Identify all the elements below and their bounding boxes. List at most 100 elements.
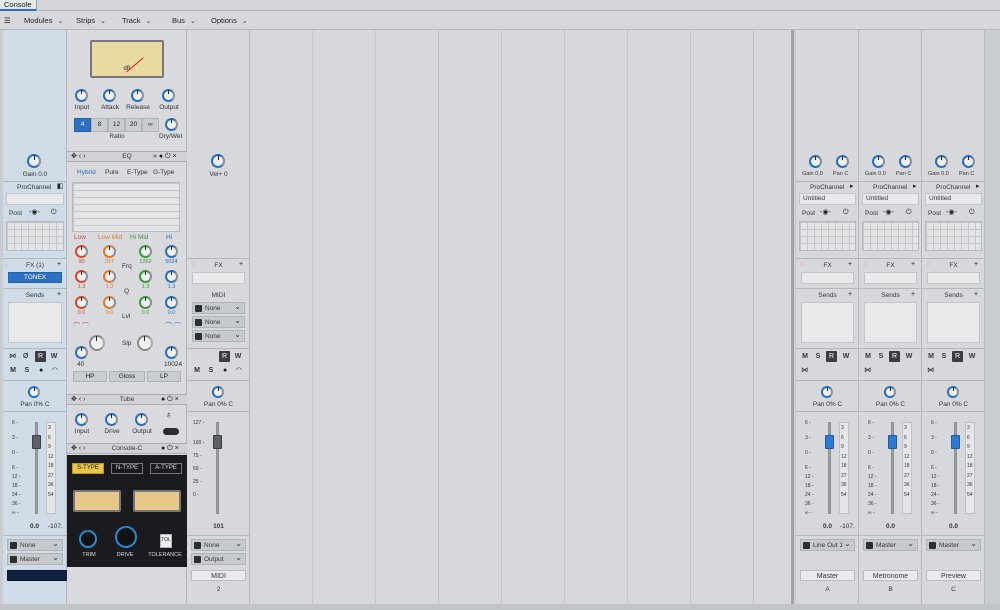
eq-controls-icon[interactable]: » ● ⏻ × — [153, 153, 177, 161]
mute-button[interactable]: M — [863, 353, 873, 360]
prochannel-eq-graph[interactable] — [925, 221, 982, 251]
prochannel-eq-graph[interactable] — [862, 221, 919, 251]
fx-bin[interactable] — [927, 272, 980, 284]
solo-button[interactable]: S — [939, 353, 949, 360]
fx-add-icon[interactable]: + — [848, 261, 852, 269]
eq-q-knob[interactable] — [139, 270, 152, 283]
eq-frq-knob[interactable] — [75, 245, 88, 258]
bus-pan-knob[interactable] — [836, 155, 849, 168]
power-icon[interactable]: ⏻ — [51, 209, 57, 217]
power-icon[interactable]: ⏻ — [843, 209, 849, 217]
ratio-button-4[interactable]: ∞ — [142, 118, 159, 132]
prochannel-expand-icon[interactable]: ◧ — [57, 183, 64, 191]
sends-area[interactable] — [801, 302, 854, 343]
eq-graph[interactable] — [72, 182, 180, 232]
hp-knob[interactable] — [75, 346, 88, 359]
pan-knob[interactable] — [821, 386, 833, 398]
fx-add-icon[interactable]: + — [974, 261, 978, 269]
write-button[interactable]: W — [841, 353, 851, 360]
volume-fader-cap[interactable] — [213, 435, 222, 449]
tube-nav-icon[interactable]: ✥ ‹ › — [71, 396, 85, 404]
menu-track[interactable]: Track ⌄ — [122, 11, 151, 30]
low-shape-icon[interactable]: ⌒ ⌒ — [73, 323, 89, 331]
output-dropdown[interactable]: Line Out 1 — [800, 538, 855, 551]
velocity-knob[interactable] — [211, 154, 225, 168]
prochannel-expand-icon[interactable]: ▸ — [976, 183, 980, 191]
output-dropdown[interactable]: Master — [863, 538, 918, 551]
comp-release-knob[interactable] — [131, 89, 144, 102]
prochannel-preset[interactable]: Untitled — [862, 193, 919, 205]
eq-lvl-knob[interactable] — [165, 296, 178, 309]
tab-console[interactable]: Console — [0, 0, 37, 11]
bus-pan-knob[interactable] — [962, 155, 975, 168]
pan-knob[interactable] — [947, 386, 959, 398]
post-slider-icon[interactable]: -◉- — [883, 209, 894, 217]
power-icon[interactable]: ⏻ — [969, 209, 975, 217]
input-echo-icon[interactable]: ● — [223, 367, 227, 375]
ratio-button-2[interactable]: 12 — [108, 118, 125, 132]
input-dropdown[interactable]: None — [7, 538, 63, 551]
ratio-button-0[interactable]: 4 — [74, 118, 91, 132]
prochannel-preset[interactable]: Untitled — [799, 193, 856, 205]
power-icon[interactable]: ⏻ — [906, 209, 912, 217]
console-type-1[interactable]: N-TYPE — [111, 463, 143, 474]
bus-pan-knob[interactable] — [899, 155, 912, 168]
eq-lvl-knob[interactable] — [139, 296, 152, 309]
eq-q-knob[interactable] — [103, 270, 116, 283]
eq-frq-knob[interactable] — [103, 245, 116, 258]
lp-slope-knob[interactable] — [137, 335, 153, 351]
solo-button[interactable]: S — [876, 353, 886, 360]
fx-add-icon[interactable]: + — [239, 261, 243, 269]
comp-attack-knob[interactable] — [103, 89, 116, 102]
eq-q-knob[interactable] — [165, 270, 178, 283]
comp-output-knob[interactable] — [162, 89, 175, 102]
write-button[interactable]: W — [233, 353, 243, 360]
prochannel-expand-icon[interactable]: ▸ — [913, 183, 917, 191]
volume-value[interactable]: 0.0 — [949, 523, 958, 530]
phase-icon[interactable]: ⋈ — [864, 367, 871, 375]
volume-value[interactable]: 101 — [187, 523, 250, 530]
eq-lvl-knob[interactable] — [103, 296, 116, 309]
prochannel-preset[interactable]: Untitled — [925, 193, 982, 205]
phase-icon[interactable]: ⋈ — [9, 353, 16, 361]
mute-button[interactable]: M — [926, 353, 936, 360]
lp-knob[interactable] — [165, 346, 178, 359]
menu-bus[interactable]: Bus ⌄ — [172, 11, 196, 30]
bus-name[interactable]: Preview — [926, 570, 981, 581]
fx-bin[interactable] — [192, 272, 245, 284]
sends-area[interactable] — [927, 302, 980, 343]
pan-knob[interactable] — [884, 386, 896, 398]
sends-add-icon[interactable]: + — [848, 291, 852, 299]
volume-value[interactable]: 0.0 — [886, 523, 895, 530]
drywet-knob[interactable] — [165, 118, 178, 131]
volume-fader-cap[interactable] — [825, 435, 834, 449]
phase-icon[interactable]: ⋈ — [927, 367, 934, 375]
ratio-button-1[interactable]: 8 — [91, 118, 108, 132]
volume-fader-cap[interactable] — [32, 435, 41, 449]
tube-toggle[interactable] — [163, 428, 179, 435]
bus-name[interactable]: Metronome — [863, 570, 918, 581]
gloss-button[interactable]: Gloss — [109, 371, 145, 382]
midi-patch-dropdown[interactable]: None — [192, 329, 245, 342]
write-button[interactable]: W — [49, 353, 59, 360]
console-type-2[interactable]: A-TYPE — [150, 463, 182, 474]
eq-frq-knob[interactable] — [139, 245, 152, 258]
fx-item-tonex[interactable]: TONEX — [8, 272, 62, 283]
hp-button[interactable]: HP — [73, 371, 107, 382]
eq-mode-2[interactable]: E-Type — [127, 169, 148, 176]
mute-button[interactable]: M — [192, 367, 202, 374]
track-name-midi[interactable]: MIDI — [191, 570, 246, 581]
phase-icon[interactable]: ⋈ — [801, 367, 808, 375]
post-slider-icon[interactable]: -◉- — [946, 209, 957, 217]
write-button[interactable]: W — [967, 353, 977, 360]
tube-mode-icon[interactable]: ♁ — [165, 411, 173, 421]
eq-q-knob[interactable] — [75, 270, 88, 283]
prochannel-eq-graph[interactable] — [6, 221, 64, 251]
sends-add-icon[interactable]: + — [57, 291, 61, 299]
pan-knob[interactable] — [28, 386, 40, 398]
horizontal-scrollbar[interactable] — [0, 604, 1000, 610]
solo-button[interactable]: S — [206, 367, 216, 374]
write-button[interactable]: W — [904, 353, 914, 360]
hi-shape-icon[interactable]: ⌒ ⌒ — [165, 323, 181, 331]
headphone-icon[interactable]: ◠ — [236, 367, 242, 375]
